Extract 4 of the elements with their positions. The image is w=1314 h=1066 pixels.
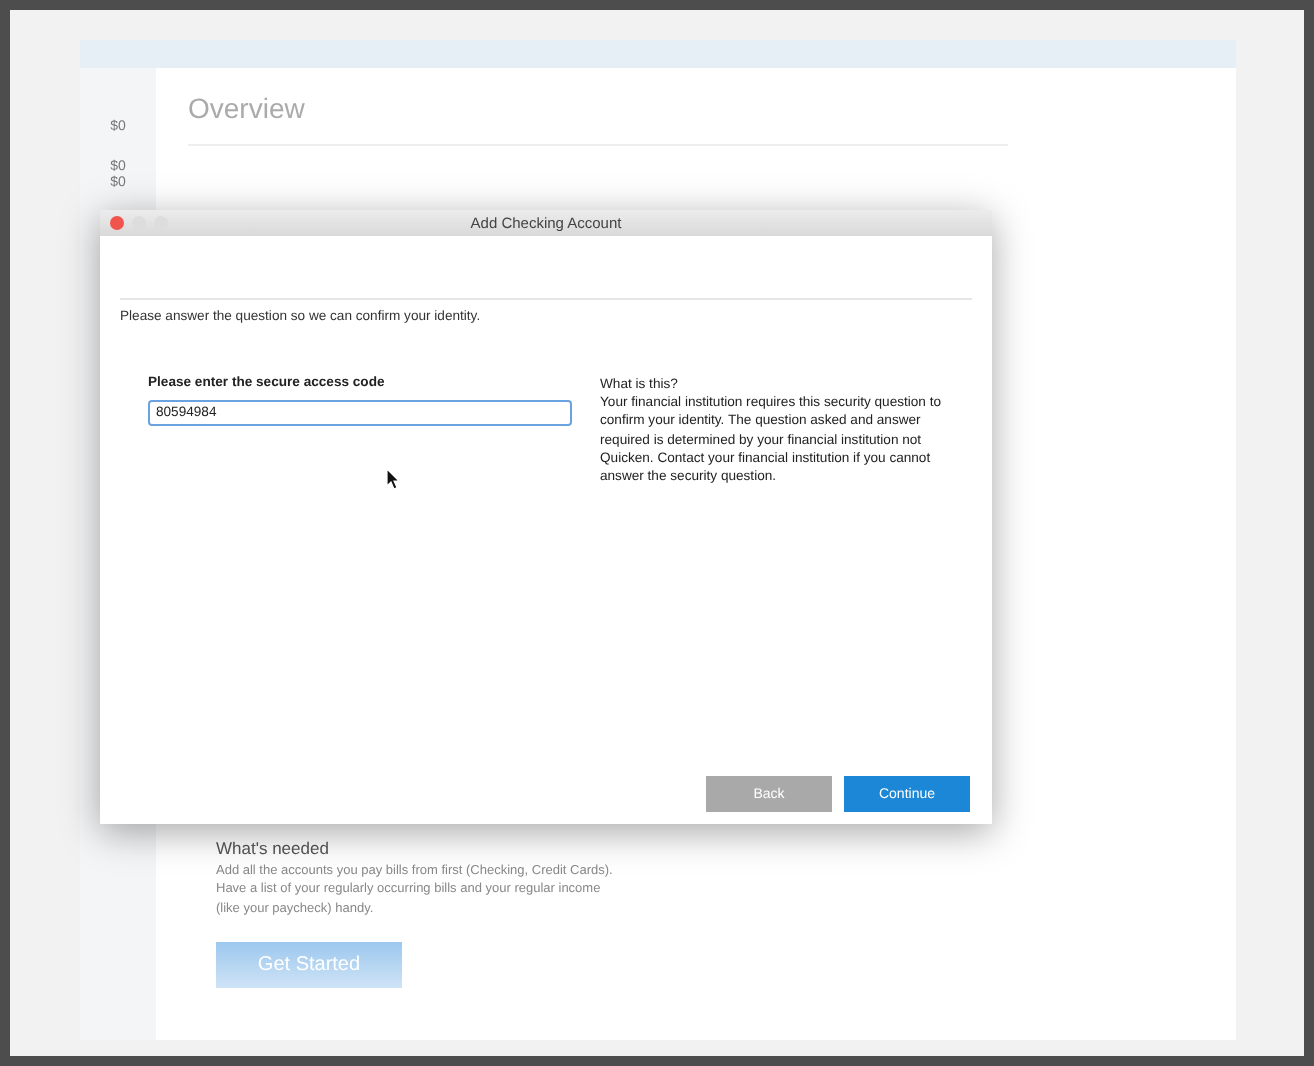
close-icon[interactable] [110,216,124,230]
page-heading: Overview [188,92,1008,146]
section-title: What's needed [216,837,331,858]
cursor-icon [386,468,400,490]
